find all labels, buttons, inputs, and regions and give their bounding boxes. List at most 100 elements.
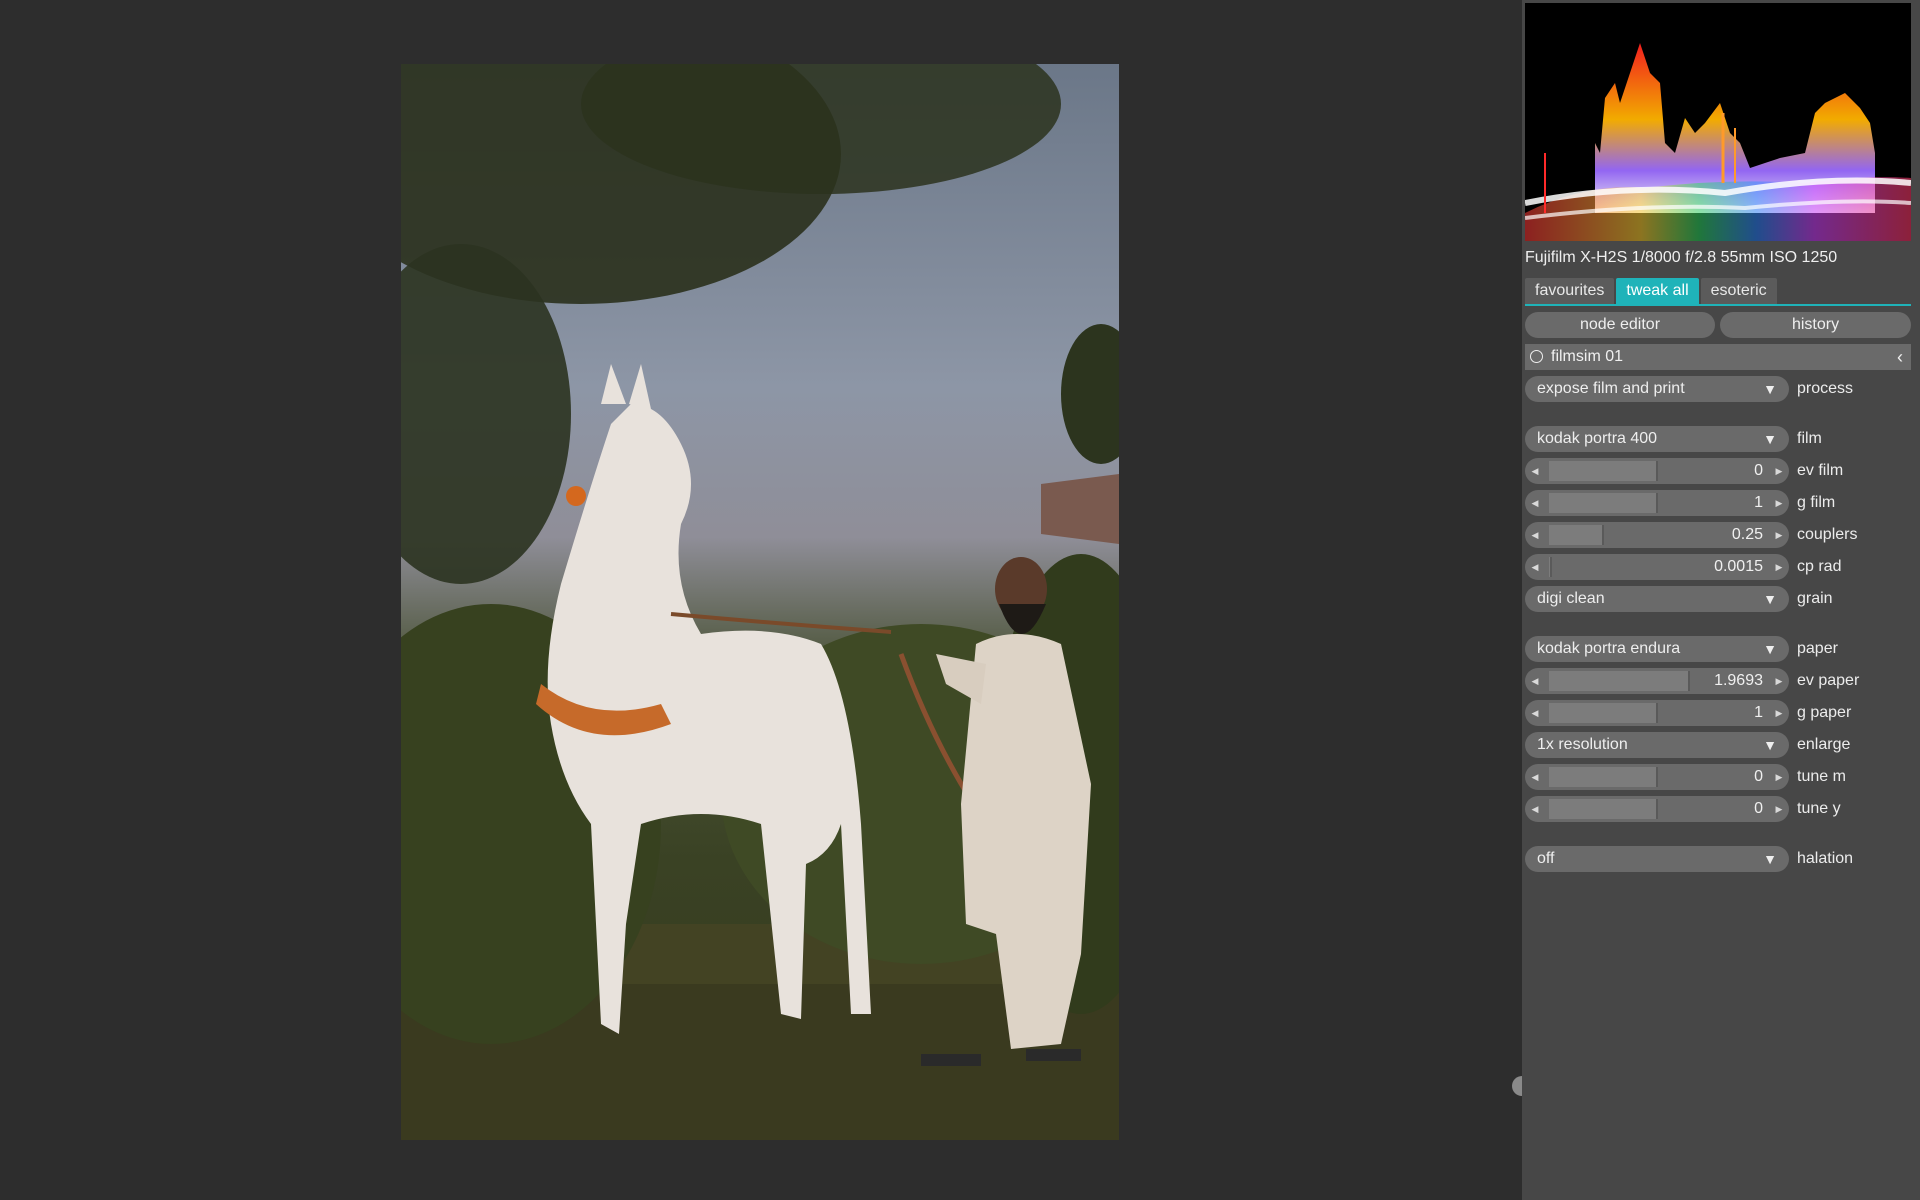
slider-marker xyxy=(1656,799,1658,819)
ev-paper-label: ev paper xyxy=(1797,672,1860,689)
decrement-arrow-icon[interactable]: ◀ xyxy=(1527,668,1543,694)
ev-film-label: ev film xyxy=(1797,462,1844,479)
ev-film-value: 0 xyxy=(1754,462,1763,479)
enlarge-dropdown[interactable]: 1x resolution ▼ xyxy=(1525,732,1789,758)
ev-film-slider[interactable]: ◀ 0 ▶ xyxy=(1525,458,1789,484)
row-grain: digi clean ▼ grain xyxy=(1525,586,1915,612)
cp-rad-slider[interactable]: ◀ 0.0015 ▶ xyxy=(1525,554,1789,580)
nav-buttons: node editor history xyxy=(1525,312,1911,338)
g-paper-label: g paper xyxy=(1797,704,1852,721)
dropdown-arrow-icon: ▼ xyxy=(1763,737,1777,753)
slider-marker xyxy=(1602,525,1604,545)
increment-arrow-icon[interactable]: ▶ xyxy=(1771,700,1787,726)
slider-fill xyxy=(1549,493,1657,513)
increment-arrow-icon[interactable]: ▶ xyxy=(1771,458,1787,484)
slider-fill xyxy=(1549,767,1657,787)
g-paper-value: 1 xyxy=(1754,704,1763,721)
row-process: expose film and print ▼ process xyxy=(1525,376,1915,402)
grain-value: digi clean xyxy=(1537,590,1605,607)
slider-marker xyxy=(1656,493,1658,513)
decrement-arrow-icon[interactable]: ◀ xyxy=(1527,522,1543,548)
slider-fill xyxy=(1549,799,1657,819)
photo-image[interactable] xyxy=(401,64,1119,1140)
increment-arrow-icon[interactable]: ▶ xyxy=(1771,522,1787,548)
slider-marker xyxy=(1550,557,1552,577)
grain-dropdown[interactable]: digi clean ▼ xyxy=(1525,586,1789,612)
row-g-paper: ◀ 1 ▶ g paper xyxy=(1525,700,1915,726)
dropdown-arrow-icon: ▼ xyxy=(1763,381,1777,397)
g-film-value: 1 xyxy=(1754,494,1763,511)
process-label: process xyxy=(1797,380,1854,397)
decrement-arrow-icon[interactable]: ◀ xyxy=(1527,490,1543,516)
couplers-label: couplers xyxy=(1797,526,1858,543)
right-panel: Fujifilm X-H2S 1/8000 f/2.8 55mm ISO 125… xyxy=(1522,0,1920,1200)
cp-rad-value: 0.0015 xyxy=(1714,558,1763,575)
module-header-filmsim[interactable]: filmsim 01 ‹ xyxy=(1525,344,1911,370)
row-cp-rad: ◀ 0.0015 ▶ cp rad xyxy=(1525,554,1915,580)
increment-arrow-icon[interactable]: ▶ xyxy=(1771,668,1787,694)
row-g-film: ◀ 1 ▶ g film xyxy=(1525,490,1915,516)
cp-rad-label: cp rad xyxy=(1797,558,1842,575)
tune-y-slider[interactable]: ◀ 0 ▶ xyxy=(1525,796,1789,822)
increment-arrow-icon[interactable]: ▶ xyxy=(1771,554,1787,580)
dropdown-arrow-icon: ▼ xyxy=(1763,591,1777,607)
exif-info: Fujifilm X-H2S 1/8000 f/2.8 55mm ISO 125… xyxy=(1525,249,1838,266)
tab-esoteric[interactable]: esoteric xyxy=(1700,278,1777,304)
g-paper-slider[interactable]: ◀ 1 ▶ xyxy=(1525,700,1789,726)
slider-fill xyxy=(1549,525,1603,545)
row-couplers: ◀ 0.25 ▶ couplers xyxy=(1525,522,1915,548)
film-dropdown[interactable]: kodak portra 400 ▼ xyxy=(1525,426,1789,452)
slider-marker xyxy=(1656,767,1658,787)
module-enable-icon[interactable] xyxy=(1530,350,1543,363)
node-editor-button[interactable]: node editor xyxy=(1525,312,1715,338)
history-button[interactable]: history xyxy=(1720,312,1911,338)
module-name: filmsim 01 xyxy=(1551,348,1624,365)
tab-bar: favourites tweak all esoteric xyxy=(1525,278,1777,304)
decrement-arrow-icon[interactable]: ◀ xyxy=(1527,700,1543,726)
film-value: kodak portra 400 xyxy=(1537,430,1658,447)
row-enlarge: 1x resolution ▼ enlarge xyxy=(1525,732,1915,758)
ev-paper-slider[interactable]: ◀ 1.9693 ▶ xyxy=(1525,668,1789,694)
g-film-label: g film xyxy=(1797,494,1836,511)
dropdown-arrow-icon: ▼ xyxy=(1763,851,1777,867)
image-viewport[interactable] xyxy=(0,0,1532,1200)
slider-marker xyxy=(1688,671,1690,691)
tab-tweak-all[interactable]: tweak all xyxy=(1616,278,1699,304)
increment-arrow-icon[interactable]: ▶ xyxy=(1771,764,1787,790)
row-ev-film: ◀ 0 ▶ ev film xyxy=(1525,458,1915,484)
grain-label: grain xyxy=(1797,590,1833,607)
row-tune-y: ◀ 0 ▶ tune y xyxy=(1525,796,1915,822)
decrement-arrow-icon[interactable]: ◀ xyxy=(1527,458,1543,484)
g-film-slider[interactable]: ◀ 1 ▶ xyxy=(1525,490,1789,516)
tune-y-value: 0 xyxy=(1754,800,1763,817)
paper-value: kodak portra endura xyxy=(1537,640,1681,657)
film-label: film xyxy=(1797,430,1822,447)
tab-favourites[interactable]: favourites xyxy=(1525,278,1615,304)
halation-value: off xyxy=(1537,850,1555,867)
dropdown-arrow-icon: ▼ xyxy=(1763,641,1777,657)
decrement-arrow-icon[interactable]: ◀ xyxy=(1527,796,1543,822)
chevron-left-icon[interactable]: ‹ xyxy=(1897,344,1903,370)
slider-fill xyxy=(1549,671,1689,691)
process-dropdown[interactable]: expose film and print ▼ xyxy=(1525,376,1789,402)
decrement-arrow-icon[interactable]: ◀ xyxy=(1527,764,1543,790)
enlarge-label: enlarge xyxy=(1797,736,1851,753)
paper-dropdown[interactable]: kodak portra endura ▼ xyxy=(1525,636,1789,662)
tune-m-slider[interactable]: ◀ 0 ▶ xyxy=(1525,764,1789,790)
couplers-slider[interactable]: ◀ 0.25 ▶ xyxy=(1525,522,1789,548)
halation-dropdown[interactable]: off ▼ xyxy=(1525,846,1789,872)
histogram xyxy=(1525,3,1911,241)
dropdown-arrow-icon: ▼ xyxy=(1763,431,1777,447)
couplers-value: 0.25 xyxy=(1731,526,1763,543)
increment-arrow-icon[interactable]: ▶ xyxy=(1771,490,1787,516)
paper-label: paper xyxy=(1797,640,1838,657)
row-ev-paper: ◀ 1.9693 ▶ ev paper xyxy=(1525,668,1915,694)
slider-marker xyxy=(1656,461,1658,481)
slider-fill xyxy=(1549,703,1657,723)
decrement-arrow-icon[interactable]: ◀ xyxy=(1527,554,1543,580)
slider-fill xyxy=(1549,461,1657,481)
increment-arrow-icon[interactable]: ▶ xyxy=(1771,796,1787,822)
photo-illustration xyxy=(401,64,1119,1140)
row-tune-m: ◀ 0 ▶ tune m xyxy=(1525,764,1915,790)
ev-paper-value: 1.9693 xyxy=(1714,672,1763,689)
